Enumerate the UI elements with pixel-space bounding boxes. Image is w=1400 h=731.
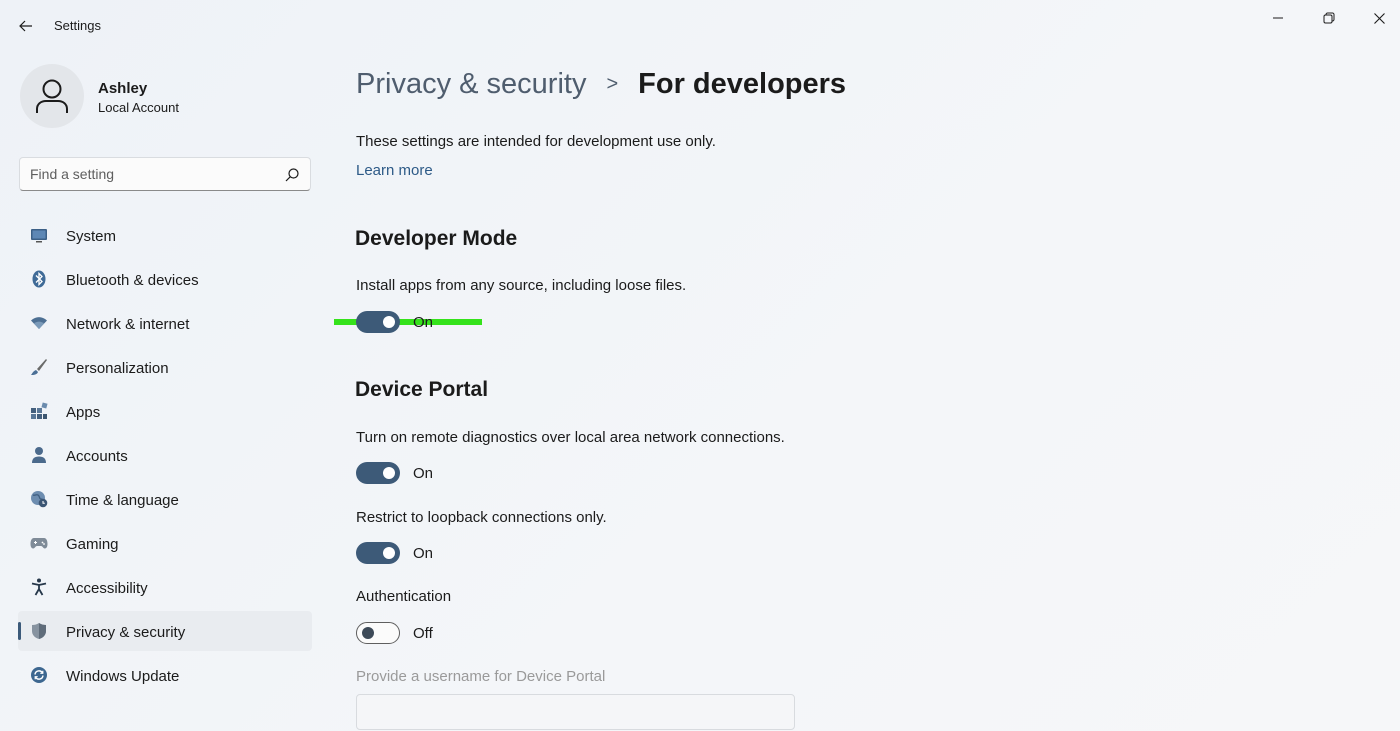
loopback-toggle-state: On [413, 545, 434, 562]
active-indicator [18, 622, 21, 640]
shield-icon [30, 622, 48, 640]
page-title: For developers [638, 67, 847, 100]
monitor-icon [30, 226, 48, 244]
authentication-toggle-state: Off [413, 625, 433, 642]
sidebar-item-label: Bluetooth & devices [66, 272, 199, 289]
person-icon [36, 79, 68, 113]
authentication-toggle[interactable] [356, 622, 400, 644]
sidebar-item-label: Personalization [66, 360, 169, 377]
search-icon[interactable] [284, 167, 300, 183]
sidebar-item-bluetooth[interactable]: Bluetooth & devices [18, 259, 312, 299]
accessibility-icon [30, 578, 48, 596]
globe-clock-icon [30, 490, 48, 508]
sidebar-item-gaming[interactable]: Gaming [18, 523, 312, 563]
username-field[interactable] [356, 694, 795, 730]
developer-mode-toggle-state: On [413, 314, 434, 331]
remote-diagnostics-description: Turn on remote diagnostics over local ar… [356, 429, 785, 446]
device-portal-heading: Device Portal [355, 378, 489, 401]
restore-icon [1323, 12, 1335, 24]
toggle-knob [383, 547, 395, 559]
bluetooth-icon [30, 270, 48, 288]
username-label: Provide a username for Device Portal [356, 668, 606, 685]
loopback-toggle[interactable] [356, 542, 400, 564]
chevron-right-icon: > [606, 72, 619, 95]
title-bar: Settings [0, 0, 1400, 52]
settings-window: Settings Ashley Local Account Find a set… [0, 0, 1400, 731]
sidebar-item-time-language[interactable]: Time & language [18, 479, 312, 519]
sidebar-nav: System Bluetooth & devices Network & int… [18, 215, 312, 699]
close-button[interactable] [1356, 6, 1400, 30]
person-icon [30, 446, 48, 464]
sidebar-item-label: Accounts [66, 448, 128, 465]
brush-icon [30, 358, 48, 376]
remote-diagnostics-toggle-state: On [413, 465, 434, 482]
search-box[interactable] [19, 157, 311, 191]
sidebar-item-label: Time & language [66, 492, 179, 509]
sidebar-item-label: Privacy & security [66, 624, 186, 641]
sidebar-item-personalization[interactable]: Personalization [18, 347, 312, 387]
sidebar-item-label: System [66, 228, 117, 245]
remote-diagnostics-toggle[interactable] [356, 462, 400, 484]
sidebar-item-label: Windows Update [66, 668, 180, 685]
back-arrow-icon [19, 20, 32, 32]
sidebar-item-accessibility[interactable]: Accessibility [18, 567, 312, 607]
learn-more-link[interactable]: Learn more [356, 162, 433, 179]
developer-mode-toggle[interactable] [356, 311, 400, 333]
avatar[interactable] [20, 64, 84, 128]
sidebar-item-apps[interactable]: Apps [18, 391, 312, 431]
minimize-button[interactable] [1255, 6, 1301, 30]
authentication-label: Authentication [356, 588, 452, 605]
toggle-knob [362, 627, 374, 639]
breadcrumb-parent[interactable]: Privacy & security [356, 68, 586, 101]
sidebar-item-network[interactable]: Network & internet [18, 303, 312, 343]
back-button[interactable] [12, 12, 40, 40]
user-account-type: Local Account [98, 100, 179, 115]
wifi-icon [30, 314, 48, 332]
minimize-icon [1273, 17, 1283, 19]
sidebar-item-label: Gaming [66, 536, 119, 553]
sidebar-item-system[interactable]: System [18, 215, 312, 255]
developer-mode-heading: Developer Mode [355, 227, 518, 250]
app-title: Settings [54, 18, 101, 33]
gamepad-icon [30, 534, 48, 552]
loopback-description: Restrict to loopback connections only. [356, 509, 607, 526]
close-icon [1373, 12, 1385, 24]
sidebar-item-windows-update[interactable]: Windows Update [18, 655, 312, 695]
breadcrumb: Privacy & security > For developers [356, 64, 846, 104]
sidebar-item-label: Accessibility [66, 580, 148, 597]
sidebar-item-accounts[interactable]: Accounts [18, 435, 312, 475]
sidebar-item-label: Apps [66, 404, 101, 421]
toggle-knob [383, 467, 395, 479]
sidebar-item-privacy-security[interactable]: Privacy & security [18, 611, 312, 651]
user-name: Ashley [98, 80, 148, 97]
restore-button[interactable] [1306, 6, 1352, 30]
developer-mode-description: Install apps from any source, including … [356, 277, 687, 294]
toggle-knob [383, 316, 395, 328]
intro-text: These settings are intended for developm… [356, 133, 716, 150]
search-input[interactable] [30, 166, 270, 182]
sidebar-item-label: Network & internet [66, 316, 190, 333]
apps-icon [30, 402, 48, 420]
update-icon [30, 666, 48, 684]
